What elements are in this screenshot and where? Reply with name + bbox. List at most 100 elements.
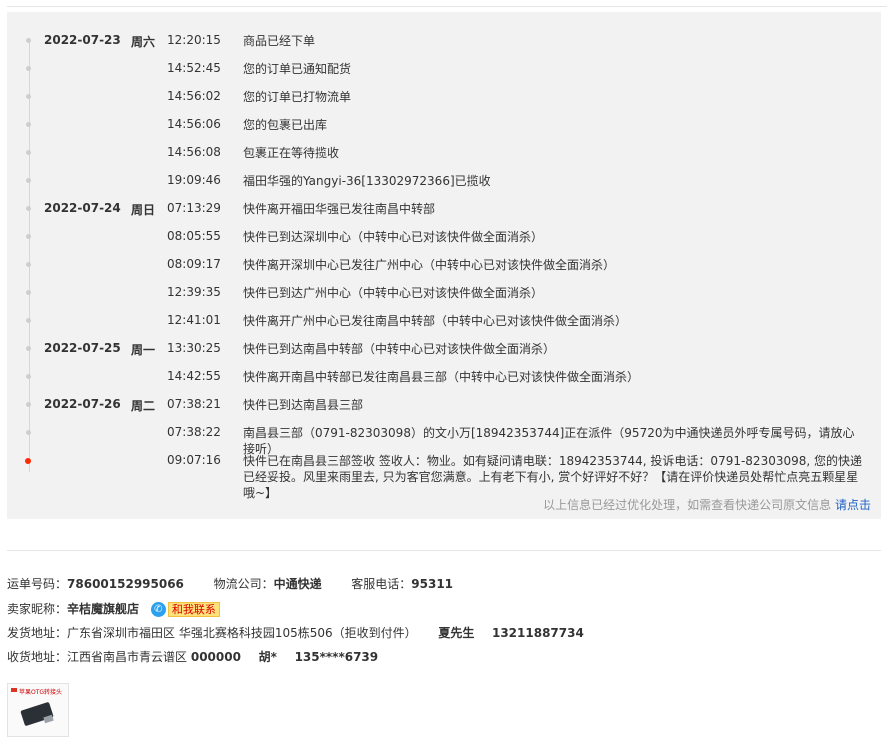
receive-phone: 135****6739 [294,650,379,664]
track-description: 快件离开广州中心已发往南昌中转部（中转中心已对该快件做全面消杀） [243,314,628,328]
timeline-dot [26,38,31,43]
timeline-dot [26,262,31,267]
timeline-dot [26,150,31,155]
track-time: 14:56:02 [167,89,221,103]
timeline-dot [26,234,31,239]
track-time: 07:38:21 [167,397,221,411]
track-description: 您的订单已打物流单 [243,90,352,104]
track-time: 14:56:06 [167,117,221,131]
track-description: 快件已到达深圳中心（中转中心已对该快件做全面消杀） [243,230,544,244]
track-time: 09:07:16 [167,453,221,467]
track-description: 您的订单已通知配货 [243,62,352,76]
receive-label: 收货地址： [7,650,68,664]
track-description: 快件离开深圳中心已发往广州中心（中转中心已对该快件做全面消杀） [243,258,616,272]
tracking-row: 14:56:08 包裹正在等待揽收 [7,138,881,166]
track-description: 快件离开南昌中转部已发往南昌县三部（中转中心已对该快件做全面消杀） [243,370,640,384]
track-time: 12:39:35 [167,285,221,299]
track-time: 14:42:55 [167,369,221,383]
company-label: 物流公司： [213,577,274,591]
track-time: 12:41:01 [167,313,221,327]
chat-icon: ✆ [150,602,166,617]
product-title: 苹果OTG转接头 [19,689,63,696]
track-date: 2022-07-26 [44,397,121,411]
track-time: 12:20:15 [167,33,221,47]
logistics-company: 中通快递 [273,577,322,591]
track-description: 商品已经下单 [243,34,316,48]
ship-label: 发货地址： [7,626,68,640]
track-date: 2022-07-23 [44,33,121,47]
flag-icon [11,688,17,692]
timeline-dot [26,402,31,407]
timeline-dot [26,374,31,379]
track-time: 07:13:29 [167,201,221,215]
tracking-row: 07:38:22 南昌县三部（0791-82303098）的文小万[1894235… [7,418,881,456]
view-original-link[interactable]: 请点击 [835,498,871,512]
seller-label: 卖家昵称： [7,602,68,616]
track-time: 14:52:45 [167,61,221,75]
timeline-dot [26,178,31,183]
timeline-dot [26,318,31,323]
tracking-row: 12:39:35 快件已到达广州中心（中转中心已对该快件做全面消杀） [7,278,881,306]
waybill-line: 运单号码：78600152995066 物流公司：中通快递 客服电话：95311 [7,574,453,594]
track-time: 19:09:46 [167,173,221,187]
waybill-label: 运单号码： [7,577,68,591]
tracking-row: 08:09:17 快件离开深圳中心已发往广州中心（中转中心已对该快件做全面消杀） [7,250,881,278]
timeline-dot [26,290,31,295]
tracking-row: 2022-07-25 周一 13:30:25 快件已到达南昌中转部（中转中心已对该快件… [7,334,881,362]
track-weekday: 周二 [131,399,156,413]
receive-address-line: 收货地址：江西省南昌市青云谱区 000000 胡* 135****6739 [7,647,378,667]
usb-plug-image [43,714,54,724]
contact-label: 和我联系 [167,602,220,617]
contact-seller-button[interactable]: ✆ 和我联系 [150,602,224,617]
track-description: 快件已到达南昌县三部 [243,398,364,412]
timeline-dot [26,66,31,71]
track-description: 快件已在南昌县三部签收 签收人：物业。如有疑问请电联：18942353744, … [243,454,863,500]
seller-line: 卖家昵称：辛桔魔旗舰店 ✆ 和我联系 [7,599,224,619]
ship-address: 广东省深圳市福田区 华强北赛格科技园105栋506（拒收到付件） [67,626,417,640]
tracking-row: 19:09:46 福田华强的Yangyi-36[13302972366]已揽收 [7,166,881,194]
tracking-row: 12:41:01 快件离开广州中心已发往南昌中转部（中转中心已对该快件做全面消杀） [7,306,881,334]
track-time: 07:38:22 [167,425,221,439]
track-time: 08:09:17 [167,257,221,271]
tracking-row: 14:56:02 您的订单已打物流单 [7,82,881,110]
timeline-dot [26,206,31,211]
ship-phone: 13211887734 [491,626,584,640]
track-description: 快件已到达广州中心（中转中心已对该快件做全面消杀） [243,286,544,300]
timeline-dot [26,122,31,127]
service-phone: 95311 [411,577,454,591]
tracking-row: 2022-07-26 周二 07:38:21 快件已到达南昌县三部 [7,390,881,418]
tracking-row: 2022-07-24 周日 07:13:29 快件离开福田华强已发往南昌中转部 [7,194,881,222]
tracking-row: 14:52:45 您的订单已通知配货 [7,54,881,82]
track-time: 13:30:25 [167,341,221,355]
tracking-row: 08:05:55 快件已到达深圳中心（中转中心已对该快件做全面消杀） [7,222,881,250]
receive-address: 江西省南昌市青云谱区 [67,650,188,664]
track-date: 2022-07-25 [44,341,121,355]
timeline-dot [26,346,31,351]
note-text: 以上信息已经过优化处理，如需查看快递公司原文信息 [543,498,835,512]
track-weekday: 周六 [131,35,156,49]
waybill-number: 78600152995066 [67,577,184,591]
track-description: 快件已到达南昌中转部（中转中心已对该快件做全面消杀） [243,342,556,356]
receive-zip: 000000 [190,650,241,664]
track-date: 2022-07-24 [44,201,121,215]
tracking-row: 2022-07-23 周六 12:20:15 商品已经下单 [7,26,881,54]
top-divider [7,6,887,7]
track-description: 您的包裹已出库 [243,118,328,132]
track-time: 08:05:55 [167,229,221,243]
ship-name: 夏先生 [438,626,475,640]
timeline-dot [26,430,31,435]
service-phone-label: 客服电话： [351,577,412,591]
current-status-dot [25,458,31,464]
optimized-info-note: 以上信息已经过优化处理，如需查看快递公司原文信息 请点击 [543,496,871,513]
receive-name: 胡* [258,650,277,664]
ship-address-line: 发货地址：广东省深圳市福田区 华强北赛格科技园105栋506（拒收到付件） 夏先… [7,623,584,643]
section-divider [7,550,881,551]
track-description: 包裹正在等待揽收 [243,146,340,160]
track-description: 福田华强的Yangyi-36[13302972366]已揽收 [243,174,491,188]
tracking-row: 09:07:16 快件已在南昌县三部签收 签收人：物业。如有疑问请电联：18942… [7,446,881,500]
product-thumbnail[interactable]: 苹果OTG转接头 [7,683,69,737]
timeline-dot [26,94,31,99]
otg-adapter-image [20,701,54,727]
tracking-row: 14:56:06 您的包裹已出库 [7,110,881,138]
track-weekday: 周一 [131,343,156,357]
